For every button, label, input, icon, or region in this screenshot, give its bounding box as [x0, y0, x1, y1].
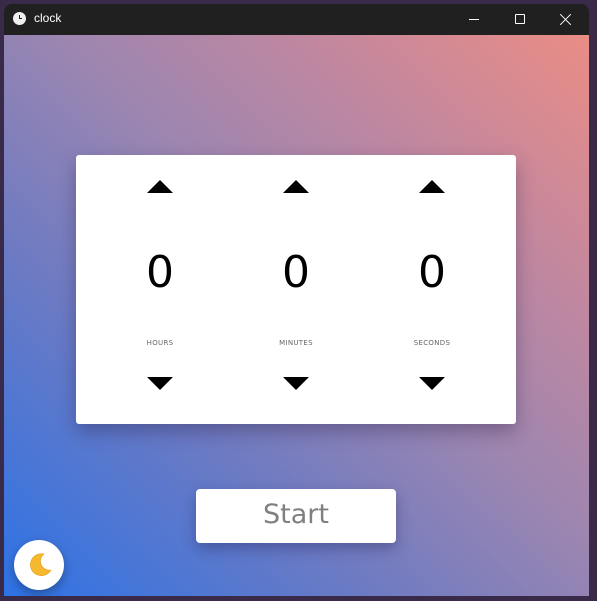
seconds-value: 0	[418, 247, 446, 298]
minimize-icon	[469, 19, 479, 20]
app-content: 0 HOURS 0 MINUTES 0 SECONDS Start	[4, 35, 589, 596]
window-title: clock	[34, 11, 62, 25]
timer-card: 0 HOURS 0 MINUTES 0 SECONDS	[76, 155, 516, 424]
minutes-value: 0	[282, 247, 310, 298]
maximize-icon	[515, 14, 525, 24]
seconds-increment-icon[interactable]	[419, 180, 445, 193]
seconds-column: 0 SECONDS	[372, 155, 492, 424]
minutes-decrement-icon[interactable]	[283, 377, 309, 390]
minutes-label: MINUTES	[279, 339, 313, 347]
seconds-label: SECONDS	[413, 339, 451, 347]
close-icon	[560, 13, 572, 25]
hours-column: 0 HOURS	[100, 155, 220, 424]
minutes-column: 0 MINUTES	[236, 155, 356, 424]
seconds-decrement-icon[interactable]	[419, 377, 445, 390]
hours-increment-icon[interactable]	[147, 180, 173, 193]
minutes-increment-icon[interactable]	[283, 180, 309, 193]
title-bar[interactable]: clock	[4, 4, 589, 35]
moon-icon	[30, 553, 52, 576]
theme-toggle-button[interactable]	[14, 540, 64, 590]
close-button[interactable]	[543, 4, 589, 35]
hours-decrement-icon[interactable]	[147, 377, 173, 390]
hours-value: 0	[146, 247, 174, 298]
hours-label: HOURS	[146, 339, 174, 347]
minimize-button[interactable]	[451, 4, 497, 35]
start-button[interactable]: Start	[196, 489, 396, 543]
clock-icon	[13, 12, 26, 25]
app-window: clock 0 HOURS 0 MINUTES 0 SECONDS Start	[4, 4, 589, 596]
maximize-button[interactable]	[497, 4, 543, 35]
